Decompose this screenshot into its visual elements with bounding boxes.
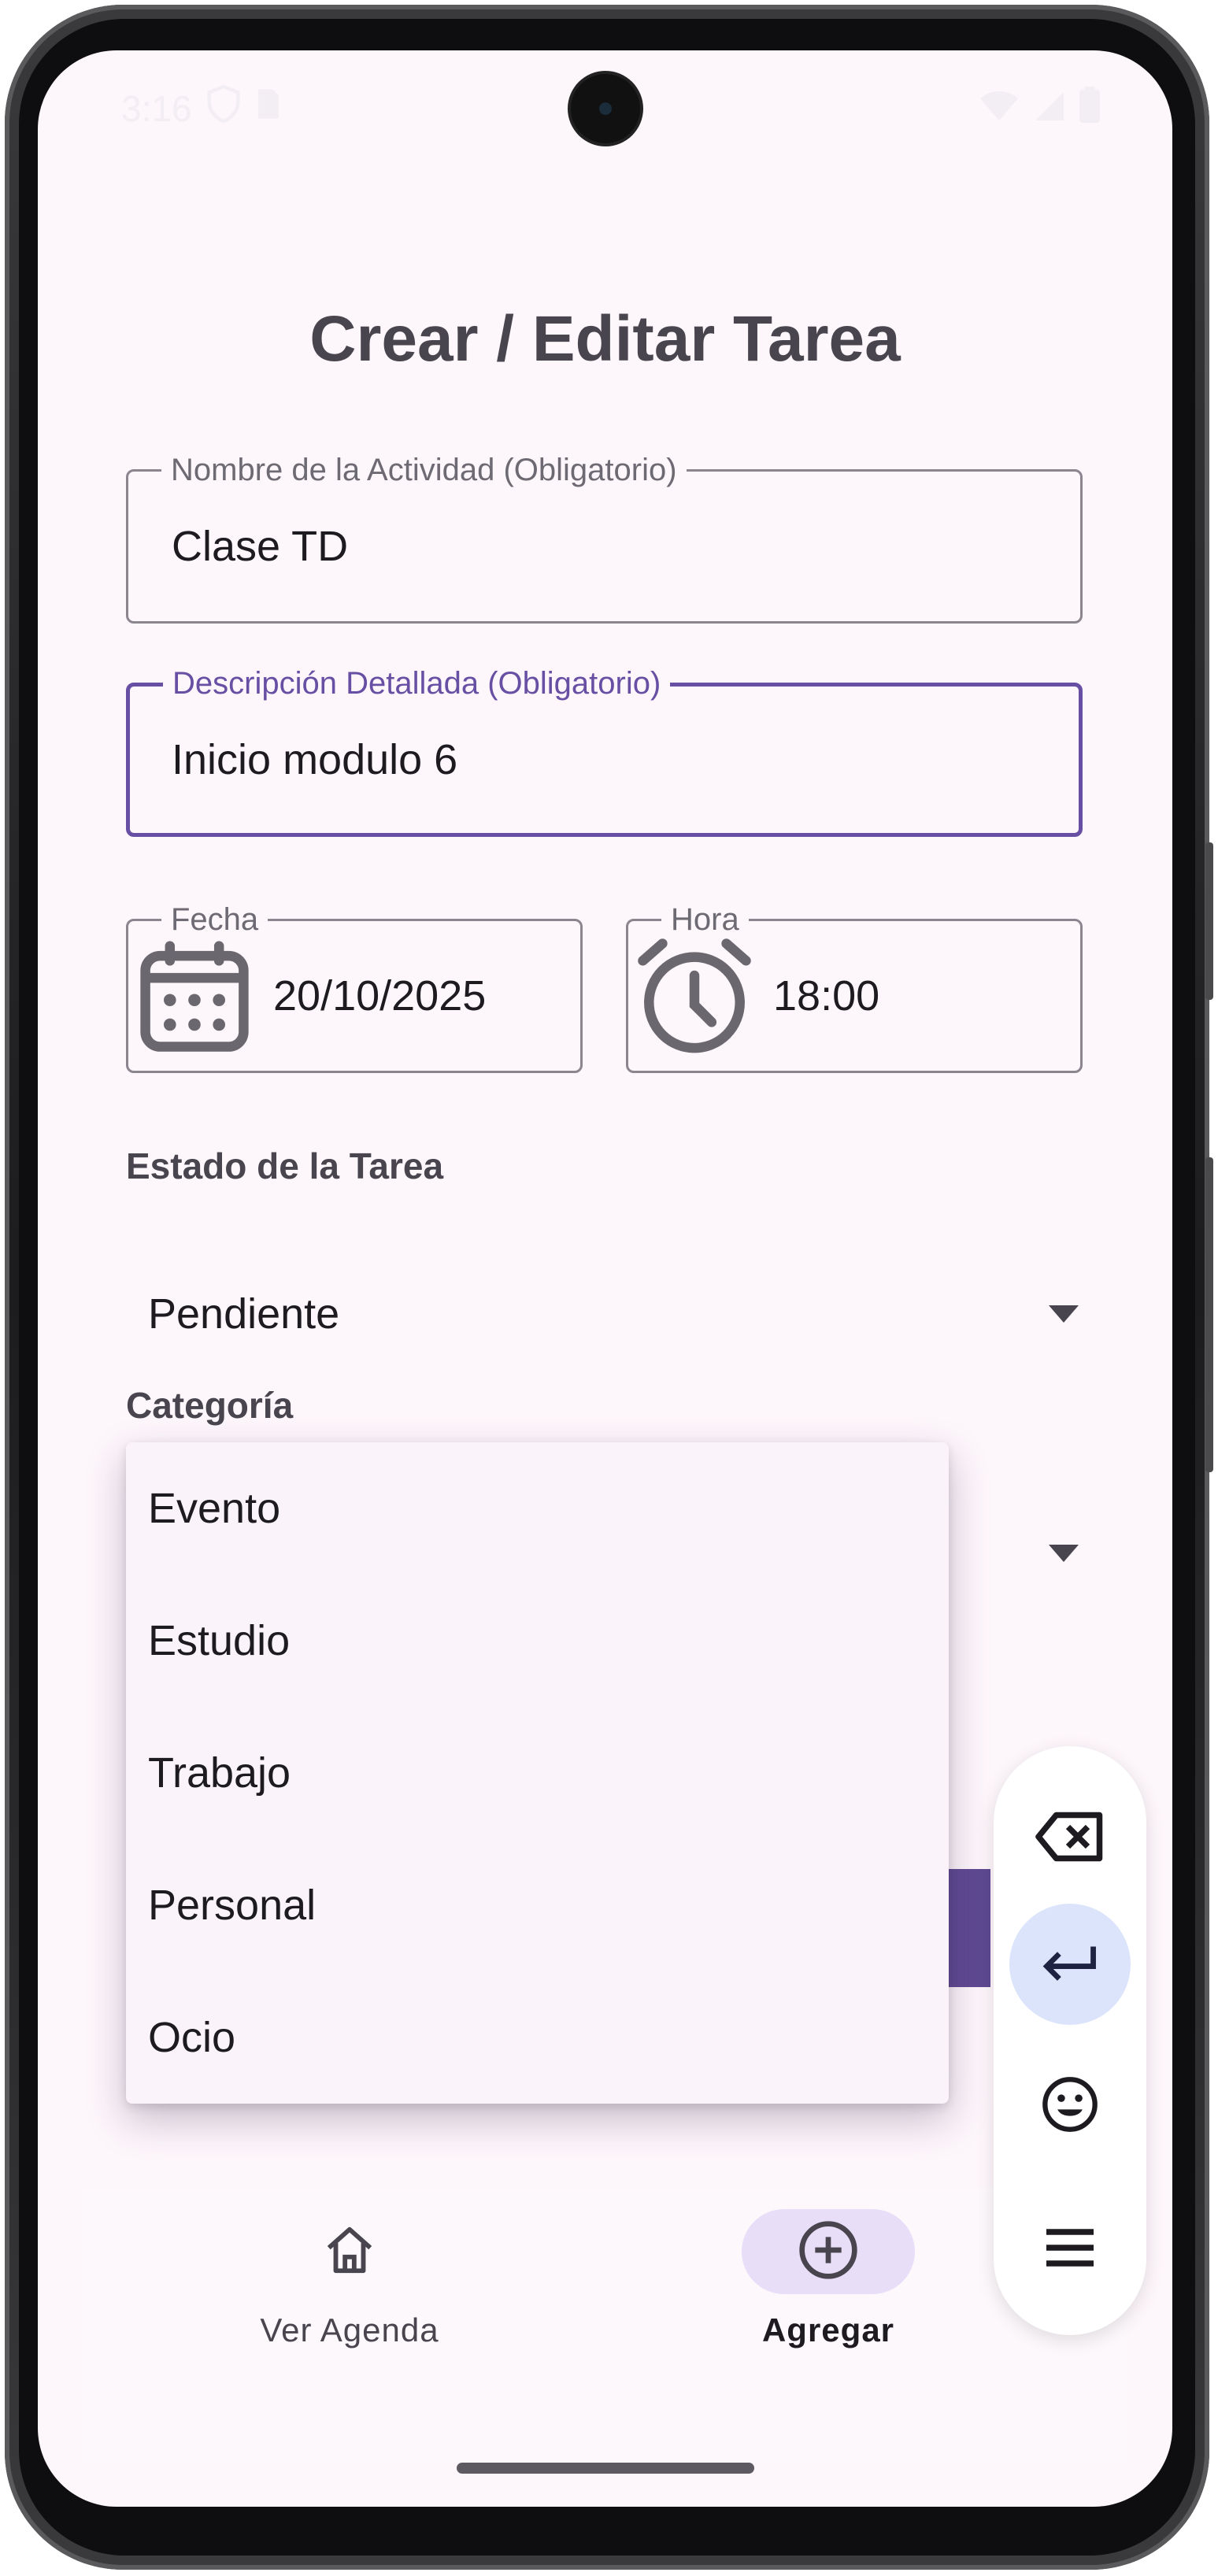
front-camera xyxy=(571,74,640,143)
date-label: Fecha xyxy=(161,901,268,938)
dropdown-arrow-icon xyxy=(1049,1545,1079,1562)
enter-button[interactable] xyxy=(1009,1904,1131,2025)
signal-icon xyxy=(1034,88,1065,131)
battery-icon xyxy=(1079,87,1100,131)
enter-icon xyxy=(1040,1943,1100,1986)
date-field[interactable]: Fecha 20/10/2025 xyxy=(126,901,583,1073)
dropdown-arrow-icon xyxy=(1049,1305,1079,1323)
power-button xyxy=(1205,1157,1213,1472)
screen: 3:16 Crear / Editar Tarea Nombre de la A… xyxy=(38,50,1172,2507)
status-time-group: 3:16 xyxy=(121,84,282,131)
status-bar: 3:16 xyxy=(38,50,1172,168)
category-menu: Evento Estudio Trabajo Personal Ocio xyxy=(126,1442,949,2104)
backspace-icon xyxy=(1035,1809,1105,1868)
bottom-navigation: Ver Agenda Agregar xyxy=(82,2187,1127,2463)
nav-icon-container xyxy=(263,2209,436,2294)
home-indicator[interactable] xyxy=(457,2463,754,2474)
task-status-label: Estado de la Tarea xyxy=(126,1146,444,1186)
description-field[interactable]: Descripción Detallada (Obligatorio) Inic… xyxy=(126,664,1083,837)
volume-button xyxy=(1205,842,1213,1000)
description-value: Inicio modulo 6 xyxy=(172,736,458,783)
nav-label: Ver Agenda xyxy=(260,2311,439,2348)
status-time: 3:16 xyxy=(121,87,192,129)
emoji-button[interactable] xyxy=(1009,2045,1131,2167)
activity-name-value: Clase TD xyxy=(172,523,349,570)
shield-icon xyxy=(206,84,241,131)
sim-card-icon xyxy=(255,87,282,130)
task-status-dropdown[interactable]: Pendiente xyxy=(126,1271,1079,1357)
wifi-icon xyxy=(979,88,1020,131)
nav-item-agregar[interactable]: Agregar xyxy=(710,2187,946,2463)
calendar-icon[interactable] xyxy=(133,934,256,1057)
nav-icon-container xyxy=(742,2209,915,2294)
floating-keyboard-toolbar xyxy=(994,1746,1146,2335)
menu-item-ocio[interactable]: Ocio xyxy=(126,1971,949,2104)
time-label: Hora xyxy=(661,901,749,938)
keyboard-menu-button[interactable] xyxy=(1009,2189,1131,2310)
task-status-value: Pendiente xyxy=(148,1290,340,1338)
menu-item-evento[interactable]: Evento xyxy=(126,1442,949,1575)
backspace-button[interactable] xyxy=(1009,1778,1131,1899)
time-value: 18:00 xyxy=(773,972,880,1020)
category-label: Categoría xyxy=(126,1385,294,1426)
menu-item-estudio[interactable]: Estudio xyxy=(126,1575,949,1707)
status-icons xyxy=(979,87,1100,131)
clock-icon[interactable] xyxy=(633,934,756,1057)
page-title: Crear / Editar Tarea xyxy=(309,303,901,375)
nav-label: Agregar xyxy=(761,2311,895,2348)
emoji-icon xyxy=(1040,2074,1100,2138)
time-field[interactable]: Hora 18:00 xyxy=(626,901,1083,1073)
menu-icon xyxy=(1042,2228,1098,2271)
menu-item-trabajo[interactable]: Trabajo xyxy=(126,1707,949,1839)
add-circle-icon xyxy=(797,2219,860,2285)
menu-item-personal[interactable]: Personal xyxy=(126,1839,949,1971)
date-value: 20/10/2025 xyxy=(273,972,487,1020)
nav-item-ver-agenda[interactable]: Ver Agenda xyxy=(231,2187,468,2463)
home-icon xyxy=(322,2223,377,2282)
activity-name-field[interactable]: Nombre de la Actividad (Obligatorio) Cla… xyxy=(126,451,1083,624)
